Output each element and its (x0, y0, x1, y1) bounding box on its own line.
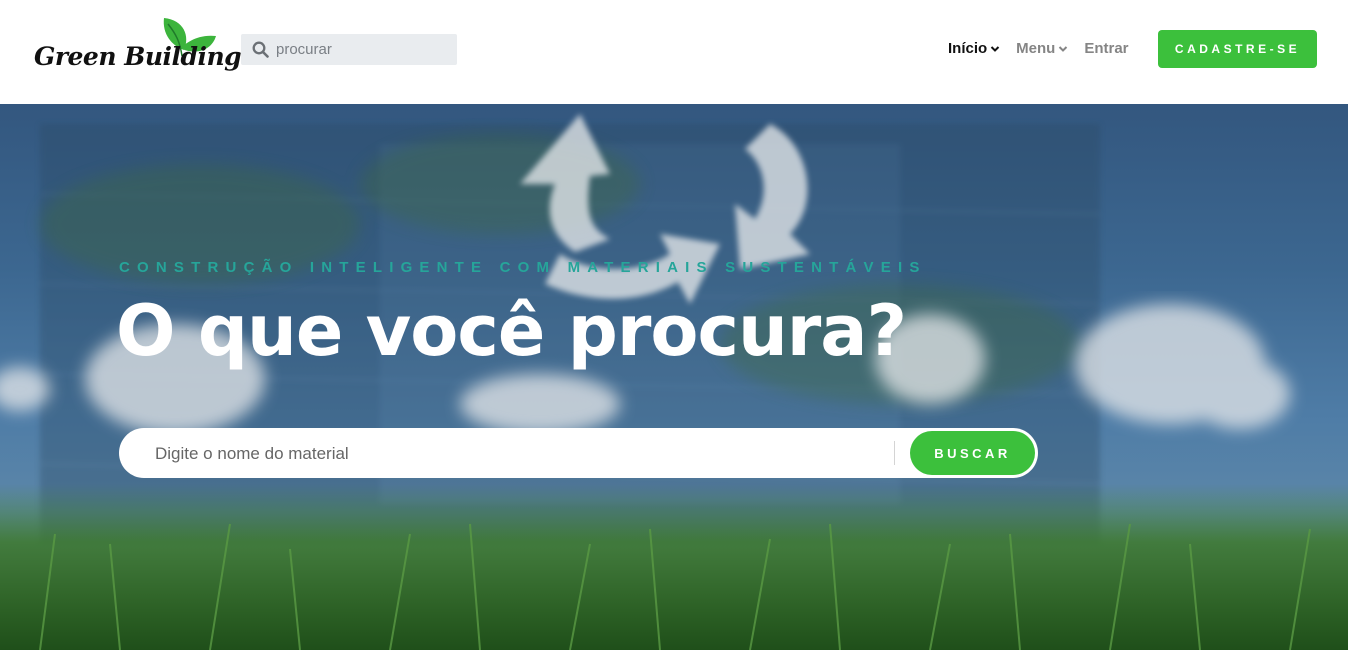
hero-search-bar: BUSCAR (119, 428, 1038, 478)
nav-item-menu[interactable]: Menu (1016, 40, 1068, 57)
search-divider (894, 441, 895, 465)
brand-logo[interactable]: Green Building (32, 16, 242, 82)
header-search-input[interactable] (274, 40, 448, 59)
material-search-input[interactable] (153, 440, 887, 468)
hero-headline: O que você procura? (116, 290, 907, 372)
hero-background (0, 114, 1348, 650)
nav-item-label: Menu (1016, 40, 1056, 57)
nav-item-label: Entrar (1084, 40, 1129, 57)
nav-item-inicio[interactable]: Início (948, 40, 1000, 57)
search-icon (252, 41, 269, 58)
nav-item-entrar[interactable]: Entrar (1084, 40, 1128, 57)
signup-button[interactable]: CADASTRE-SE (1158, 30, 1317, 68)
hero-section: CONSTRUÇÃO INTELIGENTE COM MATERIAIS SUS… (0, 104, 1348, 650)
buscar-button[interactable]: BUSCAR (910, 431, 1035, 475)
chevron-down-icon (1059, 45, 1068, 52)
chevron-down-icon (990, 45, 1000, 52)
logo-text: Green Building (34, 42, 242, 71)
main-nav: Início Menu Entrar (948, 40, 1145, 57)
hero-tagline: CONSTRUÇÃO INTELIGENTE COM MATERIAIS SUS… (119, 259, 927, 276)
nav-item-label: Início (948, 40, 988, 57)
site-header: Green Building Início Menu Entrar CADAST… (0, 0, 1348, 104)
header-search[interactable] (241, 34, 457, 65)
